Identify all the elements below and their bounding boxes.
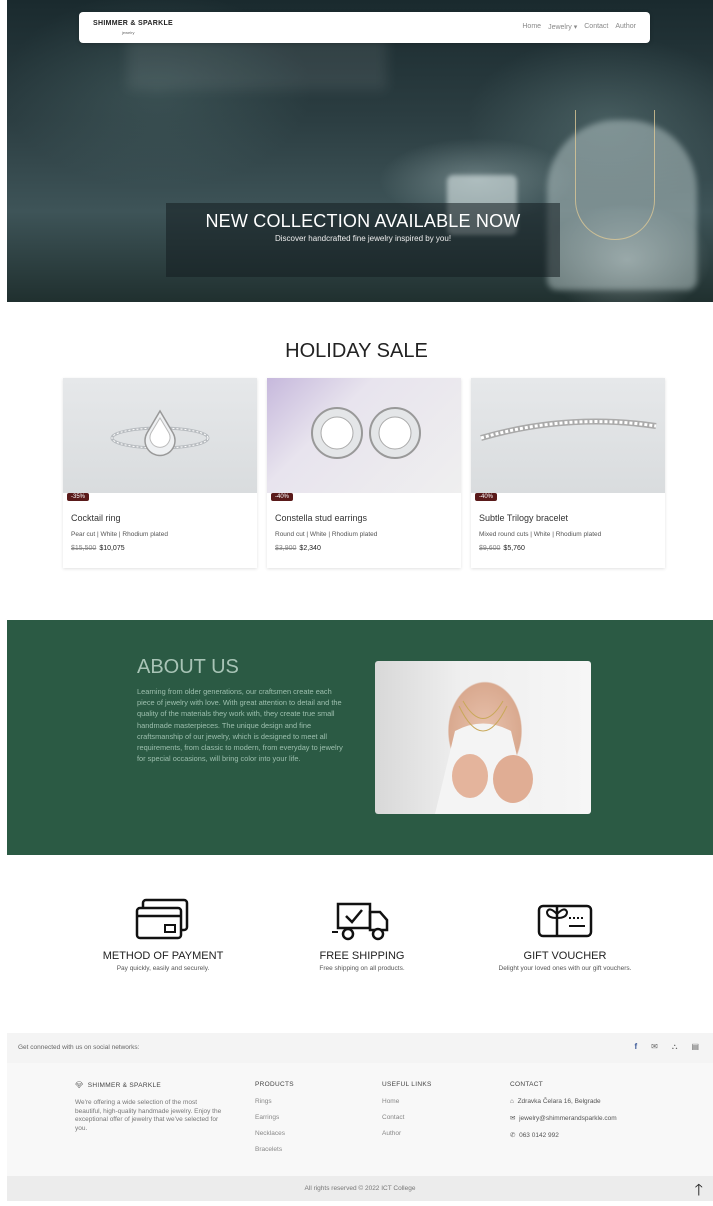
social-message: Get connected with us on social networks… [18,1044,140,1051]
product-desc: Round cut | White | Rhodium plated [275,531,378,538]
footer-link-bracelets[interactable]: Bracelets [255,1146,294,1153]
nav-links: Home Jewelry ▾ Contact Author [522,23,636,31]
footer-brand-label: SHIMMER & SPARKLE [87,1082,162,1089]
contact-phone: ✆ 063 0142 992 [510,1131,617,1139]
feature-payment: METHOD OF PAYMENT Pay quickly, easily an… [63,898,263,972]
footer-brand-col: 💎︎ SHIMMER & SPARKLE We're offering a wi… [75,1081,225,1133]
product-desc: Mixed round cuts | White | Rhodium plate… [479,531,602,538]
footer-brand: 💎︎ SHIMMER & SPARKLE [75,1081,225,1089]
hero-subtitle: Discover handcrafted fine jewelry inspir… [274,234,452,243]
footer-contact-title: CONTACT [510,1081,544,1088]
nav-link-home[interactable]: Home [522,23,541,31]
brand-logo-sub: jewelry [122,30,135,35]
about-text: Learning from older generations, our cra… [137,687,343,764]
contact-address: ⌂ Zdravka Čelara 16, Belgrade [510,1098,617,1105]
ring-image [110,409,210,457]
nav-link-author[interactable]: Author [615,23,636,31]
about-section: ABOUT US Learning from older generations… [7,620,713,855]
feature-title: FREE SHIPPING [319,950,405,962]
delivery-truck-icon [332,902,389,941]
hero-bg-necklace [575,110,655,240]
home-icon: ⌂ [510,1098,514,1105]
navbar: SHIMMER & SPARKLE jewelry Home Jewelry ▾… [79,12,650,43]
feature-title: METHOD OF PAYMENT [102,950,224,962]
envelope-icon: ✉ [510,1115,516,1122]
footer-brand-text: We're offering a wide selection of the m… [75,1099,222,1132]
credit-card-icon [135,898,189,940]
about-image [375,661,591,814]
product-name[interactable]: Constella stud earrings [275,513,367,523]
product-price: $3,900 $2,340 [275,545,321,552]
product-card-constella-earrings[interactable]: -40% Constella stud earrings Round cut |… [267,378,461,568]
email-icon[interactable]: ✉ [651,1042,658,1052]
bracelet-image [480,418,657,441]
footer-contact-col: CONTACT ⌂ Zdravka Čelara 16, Belgrade ✉ … [510,1081,617,1148]
about-image-art [435,700,533,814]
new-price: $5,760 [503,545,525,552]
product-card-cocktail-ring[interactable]: -35% Cocktail ring Pear cut | White | Rh… [63,378,257,568]
contact-email: ✉ jewelry@shimmerandsparkle.com [510,1114,617,1122]
product-image[interactable] [267,378,461,493]
footer-bottom-bar: All rights reserved © 2022 ICT College 🡑 [7,1176,713,1201]
product-name[interactable]: Cocktail ring [71,513,121,523]
product-card-trilogy-bracelet[interactable]: -40% Subtle Trilogy bracelet Mixed round… [471,378,665,568]
footer-link-necklaces[interactable]: Necklaces [255,1130,294,1137]
feature-text: Free shipping on all products. [319,965,405,972]
gem-icon: 💎︎ [75,1082,84,1089]
nav-link-jewelry[interactable]: Jewelry ▾ [548,23,577,31]
phone-icon: ✆ [510,1132,516,1139]
footer: 💎︎ SHIMMER & SPARKLE We're offering a wi… [7,1063,713,1176]
product-desc: Pear cut | White | Rhodium plated [71,531,168,538]
copyright: All rights reserved © 2022 ICT College [304,1185,416,1192]
contact-address-text: Zdravka Čelara 16, Belgrade [517,1098,601,1105]
brand-logo[interactable]: SHIMMER & SPARKLE [93,20,173,27]
feature-text: Pay quickly, easily and securely. [116,965,210,972]
social-links: f ✉ ⛬ ▤ [634,1042,699,1052]
footer-products-col: PRODUCTS Rings Earrings Necklaces Bracel… [255,1081,294,1162]
product-price: $15,500 $10,075 [71,545,125,552]
document-icon[interactable]: ▤ [691,1042,699,1052]
footer-links-title: USEFUL LINKS [382,1081,432,1088]
discount-badge: -35% [67,493,90,501]
discount-badge: -40% [271,493,294,501]
old-price: $15,500 [71,545,97,552]
old-price: $3,900 [275,545,297,552]
new-price: $2,340 [299,545,321,552]
hero-caption: NEW COLLECTION AVAILABLE NOW Discover ha… [166,203,560,277]
footer-links-col: USEFUL LINKS Home Contact Author [382,1081,432,1146]
product-name[interactable]: Subtle Trilogy bracelet [479,513,568,523]
about-title: ABOUT US [137,656,239,678]
old-price: $9,600 [479,545,501,552]
facebook-icon[interactable]: f [634,1042,637,1052]
sitemap-icon[interactable]: ⛬ [672,1042,678,1052]
gift-voucher-icon [537,904,593,938]
footer-link-rings[interactable]: Rings [255,1098,294,1105]
feature-shipping: FREE SHIPPING Free shipping on all produ… [262,898,462,972]
product-image[interactable] [471,378,665,493]
sale-title: HOLIDAY SALE [285,340,428,362]
feature-title: GIFT VOUCHER [523,950,607,962]
footer-link-earrings[interactable]: Earrings [255,1114,294,1121]
product-image[interactable] [63,378,257,493]
footer-link-contact[interactable]: Contact [382,1114,432,1121]
feature-text: Delight your loved ones with our gift vo… [498,965,632,972]
contact-email-text[interactable]: jewelry@shimmerandsparkle.com [519,1115,617,1122]
contact-phone-text: 063 0142 992 [519,1132,559,1139]
footer-link-home[interactable]: Home [382,1098,432,1105]
hero-title: NEW COLLECTION AVAILABLE NOW [205,211,521,231]
footer-products-title: PRODUCTS [255,1081,294,1088]
discount-badge: -40% [475,493,498,501]
earrings-image [311,407,421,459]
nav-link-contact[interactable]: Contact [584,23,608,31]
feature-voucher: GIFT VOUCHER Delight your loved ones wit… [465,898,665,972]
footer-social-bar: Get connected with us on social networks… [7,1033,713,1063]
footer-link-author[interactable]: Author [382,1130,432,1137]
product-price: $9,600 $5,760 [479,545,525,552]
new-price: $10,075 [99,545,125,552]
back-to-top-arrow-icon[interactable]: 🡑 [695,1179,703,1206]
